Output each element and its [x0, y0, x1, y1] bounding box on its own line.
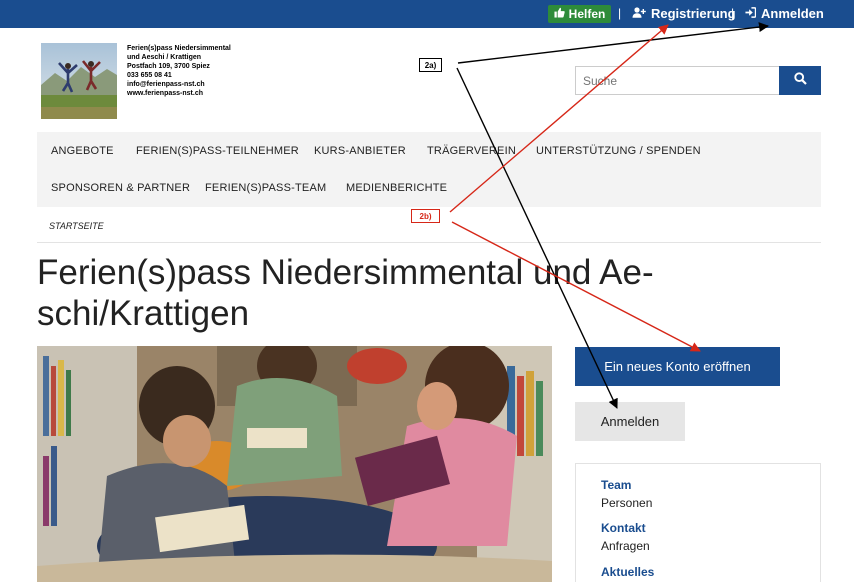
- sidebar-item-aktuelles[interactable]: Aktuelles: [601, 565, 654, 579]
- sign-in-icon: [745, 6, 757, 21]
- help-button[interactable]: Helfen: [548, 5, 611, 23]
- sidebar-item-kontakt-sub[interactable]: Anfragen: [601, 539, 650, 553]
- nav-item-sponsoren[interactable]: SPONSOREN & PARTNER: [51, 182, 190, 194]
- help-label: Helfen: [568, 7, 606, 21]
- nav-item-traegerverein[interactable]: TRÄGERVEREIN: [427, 145, 516, 157]
- search-input[interactable]: [575, 66, 780, 95]
- arrow-2a-to-topbar-login: [457, 22, 769, 64]
- annotation-label-2a: 2a): [419, 58, 442, 72]
- login-button[interactable]: Anmelden: [575, 402, 685, 441]
- logo-line: Postfach 109, 3700 Spiez: [127, 63, 210, 70]
- page-title: Ferien(s)pass Niedersimmental und Ae- sc…: [37, 252, 737, 334]
- user-plus-icon: [632, 6, 646, 21]
- sidebar-item-team[interactable]: Team: [601, 478, 631, 492]
- main-photo: [37, 346, 552, 582]
- breadcrumb[interactable]: STARTSEITE: [49, 221, 104, 231]
- new-account-button[interactable]: Ein neues Konto eröffnen: [575, 347, 780, 386]
- nav-item-team[interactable]: FERIEN(S)PASS-TEAM: [205, 182, 326, 194]
- page-title-line: schi/Krattigen: [37, 294, 250, 333]
- top-bar: Helfen | Registrierung | Anmelden: [0, 0, 854, 28]
- thumbs-up-icon: [554, 7, 565, 21]
- page-title-line: Ferien(s)pass Niedersimmental und Ae-: [37, 253, 654, 292]
- annotation-label-2b: 2b): [411, 209, 440, 223]
- sidebar-item-team-sub[interactable]: Personen: [601, 496, 652, 510]
- logo-address: Ferien(s)pass Niedersimmental und Aeschi…: [127, 44, 231, 98]
- nav-item-angebote[interactable]: ANGEBOTE: [51, 145, 114, 157]
- main-navigation: ANGEBOTE FERIEN(S)PASS-TEILNEHMER KURS-A…: [37, 132, 821, 207]
- nav-item-kurs-anbieter[interactable]: KURS-ANBIETER: [314, 145, 406, 157]
- logo-line: und Aeschi / Krattigen: [127, 54, 202, 61]
- register-label: Registrierung: [651, 6, 736, 21]
- logo-line: info@ferienpass-nst.ch: [127, 81, 205, 88]
- register-link[interactable]: Registrierung: [632, 6, 736, 21]
- search-button[interactable]: [779, 66, 821, 95]
- logo-image[interactable]: [41, 43, 117, 119]
- logo-line: Ferien(s)pass Niedersimmental: [127, 45, 231, 52]
- logo-line: 033 655 08 41: [127, 72, 172, 79]
- sidebar-item-kontakt[interactable]: Kontakt: [601, 521, 646, 535]
- nav-item-teilnehmer[interactable]: FERIEN(S)PASS-TEILNEHMER: [136, 145, 299, 157]
- nav-item-unterstuetzung[interactable]: UNTERSTÜTZUNG / SPENDEN: [536, 145, 701, 157]
- nav-item-medienberichte[interactable]: MEDIENBERICHTE: [346, 182, 447, 194]
- sidebar-menu: Team Personen Kontakt Anfragen Aktuelles: [575, 463, 821, 582]
- divider: [37, 242, 821, 243]
- logo-line: www.ferienpass-nst.ch: [127, 90, 203, 97]
- separator: |: [731, 6, 735, 20]
- search-icon: [793, 71, 807, 90]
- separator: |: [618, 6, 622, 20]
- login-label: Anmelden: [761, 6, 824, 21]
- login-link[interactable]: Anmelden: [745, 6, 824, 21]
